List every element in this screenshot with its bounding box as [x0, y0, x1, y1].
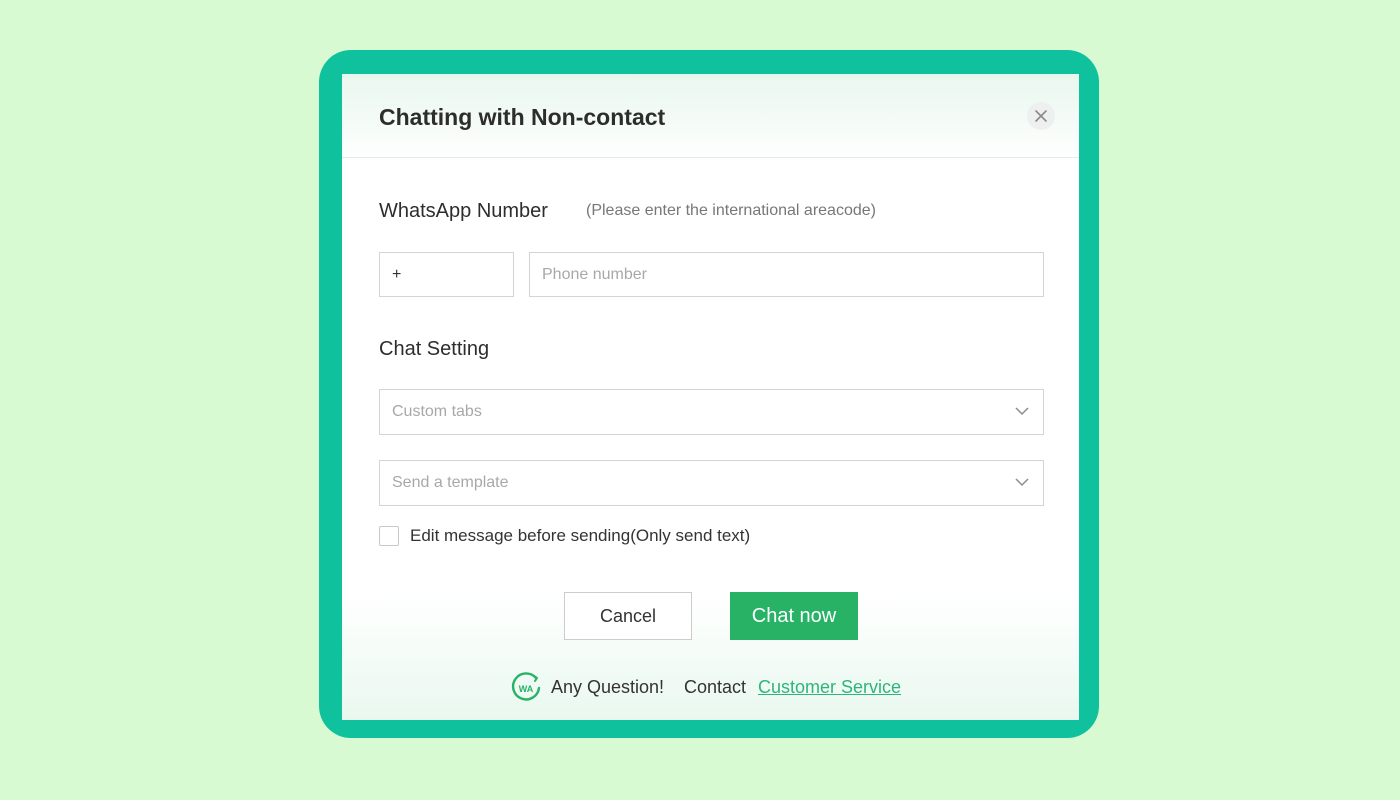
close-button[interactable]	[1027, 102, 1055, 130]
customer-service-link[interactable]: Customer Service	[758, 677, 901, 698]
custom-tabs-placeholder: Custom tabs	[392, 403, 482, 420]
chat-dialog: Chatting with Non-contact WhatsApp Numbe…	[342, 74, 1079, 720]
edit-message-checkbox[interactable]	[379, 526, 399, 546]
chevron-down-icon	[1015, 478, 1029, 487]
chat-setting-label: Chat Setting	[379, 338, 490, 360]
whatsapp-number-label: WhatsApp Number	[379, 200, 548, 222]
dialog-header: Chatting with Non-contact	[342, 74, 1079, 158]
template-placeholder: Send a template	[392, 474, 509, 491]
svg-text:WA: WA	[519, 684, 534, 694]
close-icon	[1035, 110, 1047, 122]
cancel-button[interactable]: Cancel	[564, 592, 692, 640]
chat-now-button[interactable]: Chat now	[730, 592, 858, 640]
areacode-hint: (Please enter the international areacode…	[586, 202, 876, 219]
wa-logo-icon: WA	[511, 672, 541, 701]
phone-number-input[interactable]	[529, 252, 1044, 297]
custom-tabs-select[interactable]: Custom tabs	[379, 389, 1044, 435]
any-question-text: Any Question!	[551, 677, 665, 697]
dialog-title: Chatting with Non-contact	[379, 104, 666, 130]
chevron-down-icon	[1015, 407, 1029, 416]
contact-text: Contact	[684, 677, 747, 697]
edit-message-label: Edit message before sending(Only send te…	[410, 526, 751, 545]
country-code-input[interactable]	[379, 252, 514, 297]
template-select[interactable]: Send a template	[379, 460, 1044, 506]
